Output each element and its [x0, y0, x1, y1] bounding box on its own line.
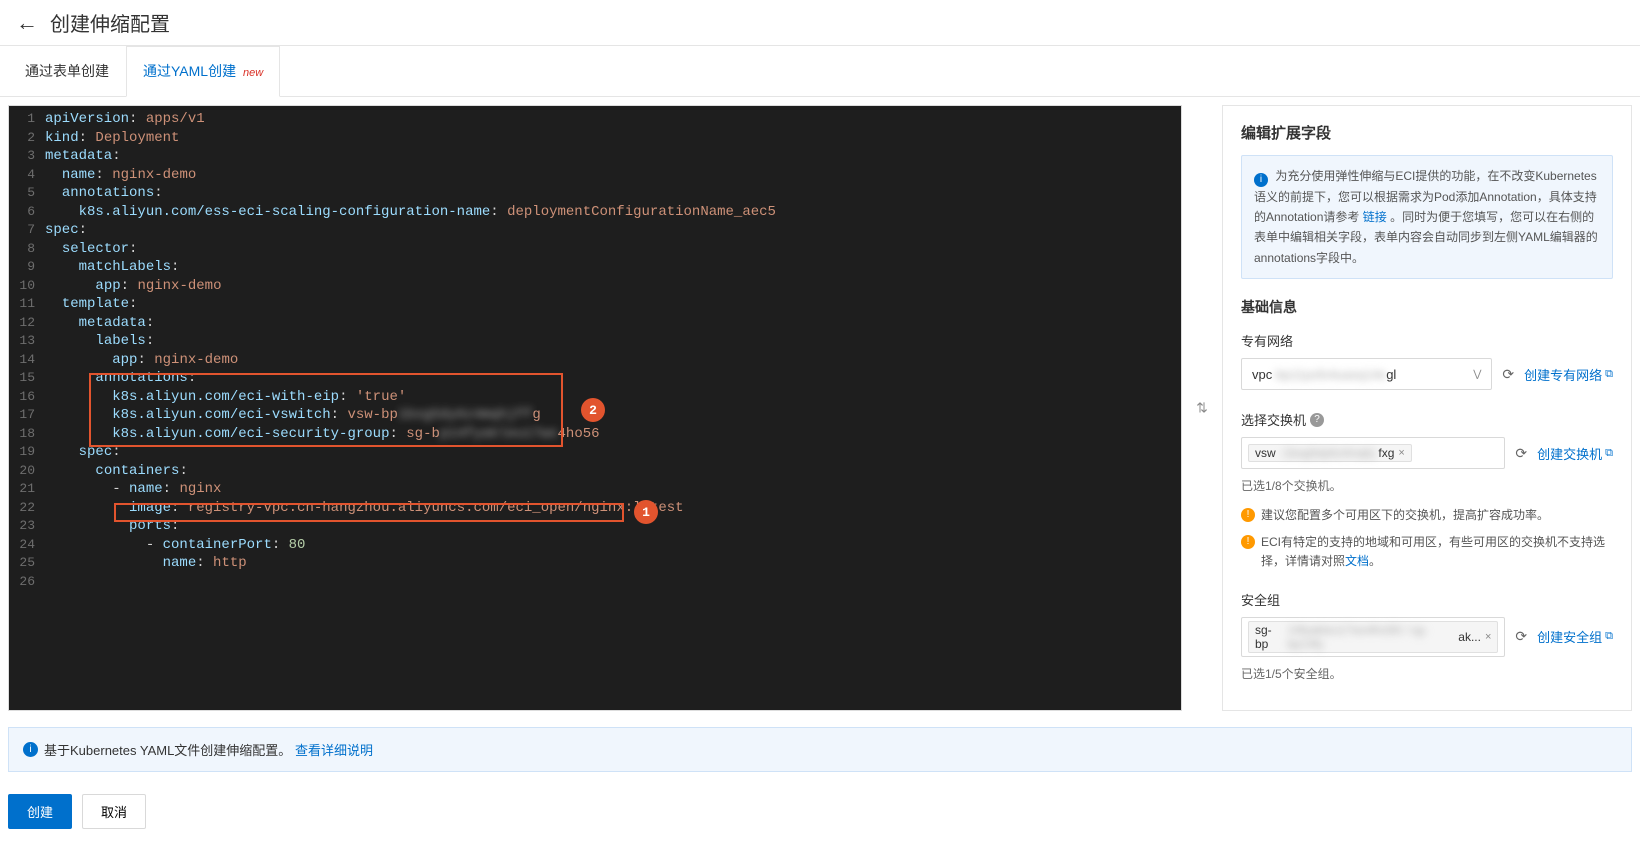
- footer-text: 基于Kubernetes YAML文件创建伸缩配置。: [44, 743, 291, 758]
- code-line: 15 annotations:: [9, 369, 1181, 388]
- external-link-icon: ⧉: [1605, 447, 1613, 460]
- vswitch-label: 选择交换机 ?: [1241, 410, 1613, 429]
- cancel-button[interactable]: 取消: [82, 794, 146, 829]
- vswitch-refresh-icon[interactable]: ⟳: [1515, 445, 1527, 462]
- creation-tabs: 通过表单创建 通过YAML创建 new: [0, 46, 1640, 97]
- tab-form-create[interactable]: 通过表单创建: [8, 46, 126, 96]
- yaml-editor[interactable]: 1apiVersion: apps/v12kind: Deployment3me…: [8, 105, 1182, 711]
- create-button[interactable]: 创建: [8, 794, 72, 829]
- code-line: 21 - name: nginx: [9, 480, 1181, 499]
- warning-icon: !: [1241, 508, 1255, 522]
- external-link-icon: ⧉: [1605, 630, 1613, 643]
- vpc-refresh-icon[interactable]: ⟳: [1502, 366, 1514, 383]
- sg-selected-count: 已选1/5个安全组。: [1241, 665, 1613, 682]
- create-vpc-link[interactable]: 创建专有网络⧉: [1524, 365, 1613, 384]
- code-line: 4 name: nginx-demo: [9, 166, 1181, 185]
- doc-link[interactable]: 文档: [1345, 554, 1369, 568]
- info-box: i 为充分使用弹性伸缩与ECI提供的功能，在不改变Kubernetes语义的前提…: [1241, 155, 1613, 279]
- panel-title: 编辑扩展字段: [1241, 122, 1613, 143]
- code-line: 18 k8s.aliyun.com/eci-security-group: sg…: [9, 425, 1181, 444]
- page-header: ← 创建伸缩配置: [0, 0, 1640, 46]
- annotation-badge-2: 2: [581, 398, 605, 422]
- code-line: 5 annotations:: [9, 184, 1181, 203]
- code-line: 6 k8s.aliyun.com/ess-eci-scaling-configu…: [9, 203, 1181, 222]
- code-line: 19 spec:: [9, 443, 1181, 462]
- vswitch-tag: vsw-1bxg5dy6z4mqhjfxg ×: [1248, 444, 1412, 462]
- swap-icon[interactable]: ⇄: [1193, 402, 1210, 414]
- side-panel: 编辑扩展字段 i 为充分使用弹性伸缩与ECI提供的功能，在不改变Kubernet…: [1222, 105, 1632, 711]
- sg-tag: sg-bp14fyakleu17wo4ho56 / sg-bp14fyak...…: [1248, 621, 1498, 653]
- code-line: 9 matchLabels:: [9, 258, 1181, 277]
- vpc-label: 专有网络: [1241, 331, 1613, 350]
- code-line: 13 labels:: [9, 332, 1181, 351]
- code-line: 3metadata:: [9, 147, 1181, 166]
- code-line: 10 app: nginx-demo: [9, 277, 1181, 296]
- code-line: 23 ports:: [9, 517, 1181, 536]
- basic-info-title: 基础信息: [1241, 297, 1613, 317]
- footer-info: i 基于Kubernetes YAML文件创建伸缩配置。 查看详细说明: [8, 727, 1632, 772]
- create-sg-link[interactable]: 创建安全组⧉: [1537, 627, 1613, 646]
- help-icon[interactable]: ?: [1310, 413, 1324, 427]
- annotation-badge-1: 1: [634, 500, 658, 524]
- code-line: 8 selector:: [9, 240, 1181, 259]
- footer-link[interactable]: 查看详细说明: [295, 743, 373, 758]
- code-line: 11 template:: [9, 295, 1181, 314]
- action-bar: 创建 取消: [0, 780, 1640, 843]
- chevron-down-icon: ⋁: [1473, 369, 1481, 380]
- code-line: 7spec:: [9, 221, 1181, 240]
- code-line: 22 image: registry-vpc.cn-hangzhou.aliyu…: [9, 499, 1181, 518]
- panel-divider: ⇄: [1190, 105, 1214, 711]
- code-line: 14 app: nginx-demo: [9, 351, 1181, 370]
- sg-label: 安全组: [1241, 590, 1613, 609]
- vpc-value: vpc-bp11pxfo4uasq14egl: [1252, 367, 1396, 382]
- vswitch-selected-count: 已选1/8个交换机。: [1241, 477, 1613, 494]
- info-link[interactable]: 链接: [1363, 210, 1387, 224]
- code-line: 1apiVersion: apps/v1: [9, 110, 1181, 129]
- tab-yaml-create[interactable]: 通过YAML创建 new: [126, 46, 280, 97]
- remove-tag-icon[interactable]: ×: [1485, 631, 1491, 643]
- code-line: 12 metadata:: [9, 314, 1181, 333]
- vswitch-select[interactable]: vsw-1bxg5dy6z4mqhjfxg ×: [1241, 437, 1505, 469]
- warning-icon: !: [1241, 535, 1255, 549]
- back-arrow-icon[interactable]: ←: [16, 10, 38, 36]
- create-vswitch-link[interactable]: 创建交换机⧉: [1537, 444, 1613, 463]
- code-line: 25 name: http: [9, 554, 1181, 573]
- sg-select[interactable]: sg-bp14fyakleu17wo4ho56 / sg-bp14fyak...…: [1241, 617, 1505, 657]
- page-title: 创建伸缩配置: [50, 8, 170, 37]
- info-icon: i: [23, 742, 38, 757]
- remove-tag-icon[interactable]: ×: [1398, 447, 1404, 459]
- external-link-icon: ⧉: [1605, 368, 1613, 381]
- code-line: 24 - containerPort: 80: [9, 536, 1181, 555]
- code-line: 26: [9, 573, 1181, 592]
- code-line: 20 containers:: [9, 462, 1181, 481]
- new-badge: new: [243, 67, 263, 79]
- sg-refresh-icon[interactable]: ⟳: [1515, 628, 1527, 645]
- vswitch-warning-1: ! 建议您配置多个可用区下的交换机，提高扩容成功率。: [1241, 506, 1613, 525]
- tab-yaml-label: 通过YAML创建: [143, 63, 236, 79]
- vpc-select[interactable]: vpc-bp11pxfo4uasq14egl ⋁: [1241, 358, 1492, 390]
- info-icon: i: [1254, 173, 1268, 187]
- code-line: 2kind: Deployment: [9, 129, 1181, 148]
- vswitch-warning-2: ! ECI有特定的支持的地域和可用区，有些可用区的交换机不支持选择，详情请对照文…: [1241, 533, 1613, 571]
